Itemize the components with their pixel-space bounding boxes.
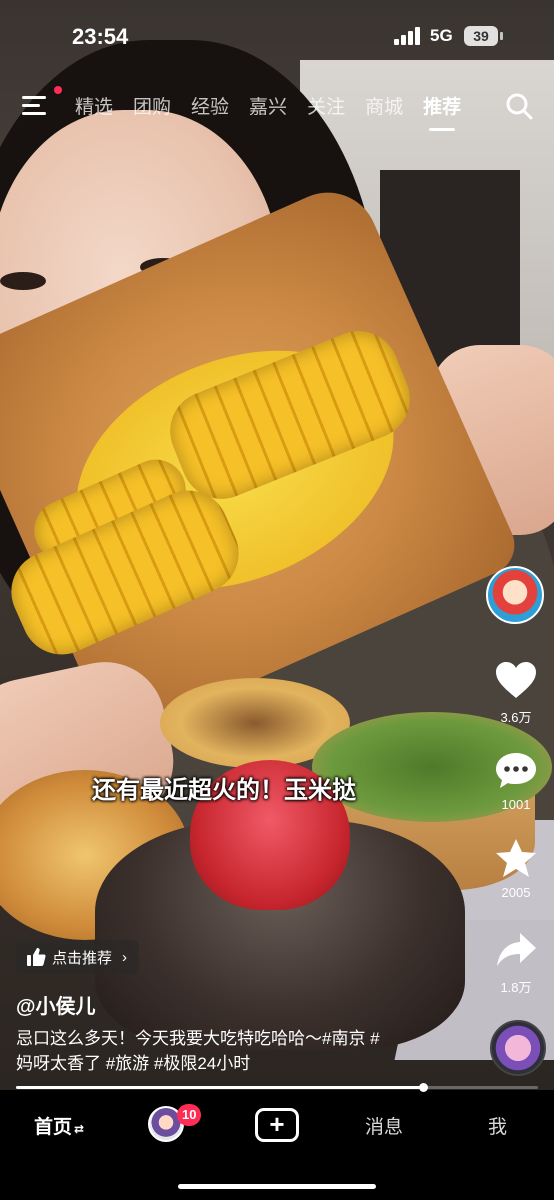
share-icon	[497, 933, 536, 966]
favorite-count: 2005	[501, 885, 531, 900]
swap-arrows-icon: ⇄	[74, 1122, 85, 1136]
recommend-label: 点击推荐	[52, 949, 113, 967]
feed-tabs: 精选 团购 经验 嘉兴 关注 商城 推荐	[75, 92, 481, 131]
menu-icon[interactable]	[22, 94, 48, 116]
status-bar: 23:54 5G 39	[0, 0, 554, 70]
like-button[interactable]: 3.6万	[486, 660, 546, 726]
author-avatar[interactable]	[486, 566, 544, 624]
description-line: 妈呀太香了 #旅游 #极限24小时	[16, 1054, 251, 1073]
status-time: 23:54	[72, 24, 129, 49]
tab-home-label: 首页	[34, 1117, 73, 1138]
tab-jingxuan[interactable]: 精选	[75, 92, 113, 119]
comment-button[interactable]: 1001	[486, 750, 546, 812]
tab-tuangou[interactable]: 团购	[133, 92, 171, 119]
tab-jingyan[interactable]: 经验	[191, 92, 229, 119]
tab-me[interactable]: 我	[488, 1112, 507, 1139]
video-subtitle: 还有最近超火的！玉米挞	[92, 777, 356, 804]
video-progress-fill	[16, 1086, 424, 1089]
music-disc-icon[interactable]	[490, 1020, 546, 1076]
recommend-button[interactable]: 点击推荐 ›	[16, 940, 140, 974]
tab-messages[interactable]: 消息	[365, 1112, 403, 1139]
chevron-right-icon: ›	[122, 948, 128, 966]
search-icon[interactable]	[505, 92, 533, 120]
battery-nub	[500, 32, 503, 40]
favorite-button[interactable]: 2005	[486, 838, 546, 900]
signal-icon	[394, 27, 422, 45]
friends-badge: 10	[177, 1104, 202, 1126]
video-progress-knob[interactable]	[419, 1083, 429, 1092]
like-count: 3.6万	[500, 710, 532, 725]
person-eye-left	[0, 272, 46, 290]
tab-recommend[interactable]: 推荐	[423, 92, 461, 131]
comment-icon	[496, 753, 536, 788]
top-nav: 精选 团购 经验 嘉兴 关注 商城 推荐	[0, 84, 554, 131]
video-progress-bar[interactable]	[16, 1083, 538, 1092]
author-name[interactable]: @小侯儿	[16, 990, 96, 1019]
share-button[interactable]: 1.8万	[486, 930, 546, 996]
thumbs-up-icon	[27, 948, 46, 966]
create-button[interactable]: +	[255, 1108, 299, 1142]
plus-icon: +	[269, 1109, 285, 1139]
heart-icon	[496, 662, 536, 698]
tab-mall[interactable]: 商城	[365, 92, 403, 119]
tab-following[interactable]: 关注	[307, 92, 345, 119]
share-count: 1.8万	[500, 980, 532, 995]
network-type: 5G	[430, 26, 453, 45]
video-player[interactable]	[0, 0, 554, 1090]
home-indicator	[178, 1184, 376, 1189]
comment-count: 1001	[501, 797, 531, 812]
description-line: 忌口这么多天！今天我要大吃特吃哈哈～#南京 #	[16, 1029, 380, 1048]
battery-icon: 39	[464, 26, 498, 46]
tab-city-jiaxing[interactable]: 嘉兴	[249, 92, 287, 119]
notification-dot	[54, 86, 62, 94]
star-icon	[496, 839, 536, 877]
post-description[interactable]: 忌口这么多天！今天我要大吃特吃哈哈～#南京 # 妈呀太香了 #旅游 #极限24小…	[16, 1026, 446, 1076]
tab-home[interactable]: 首页 ⇄	[34, 1112, 84, 1139]
